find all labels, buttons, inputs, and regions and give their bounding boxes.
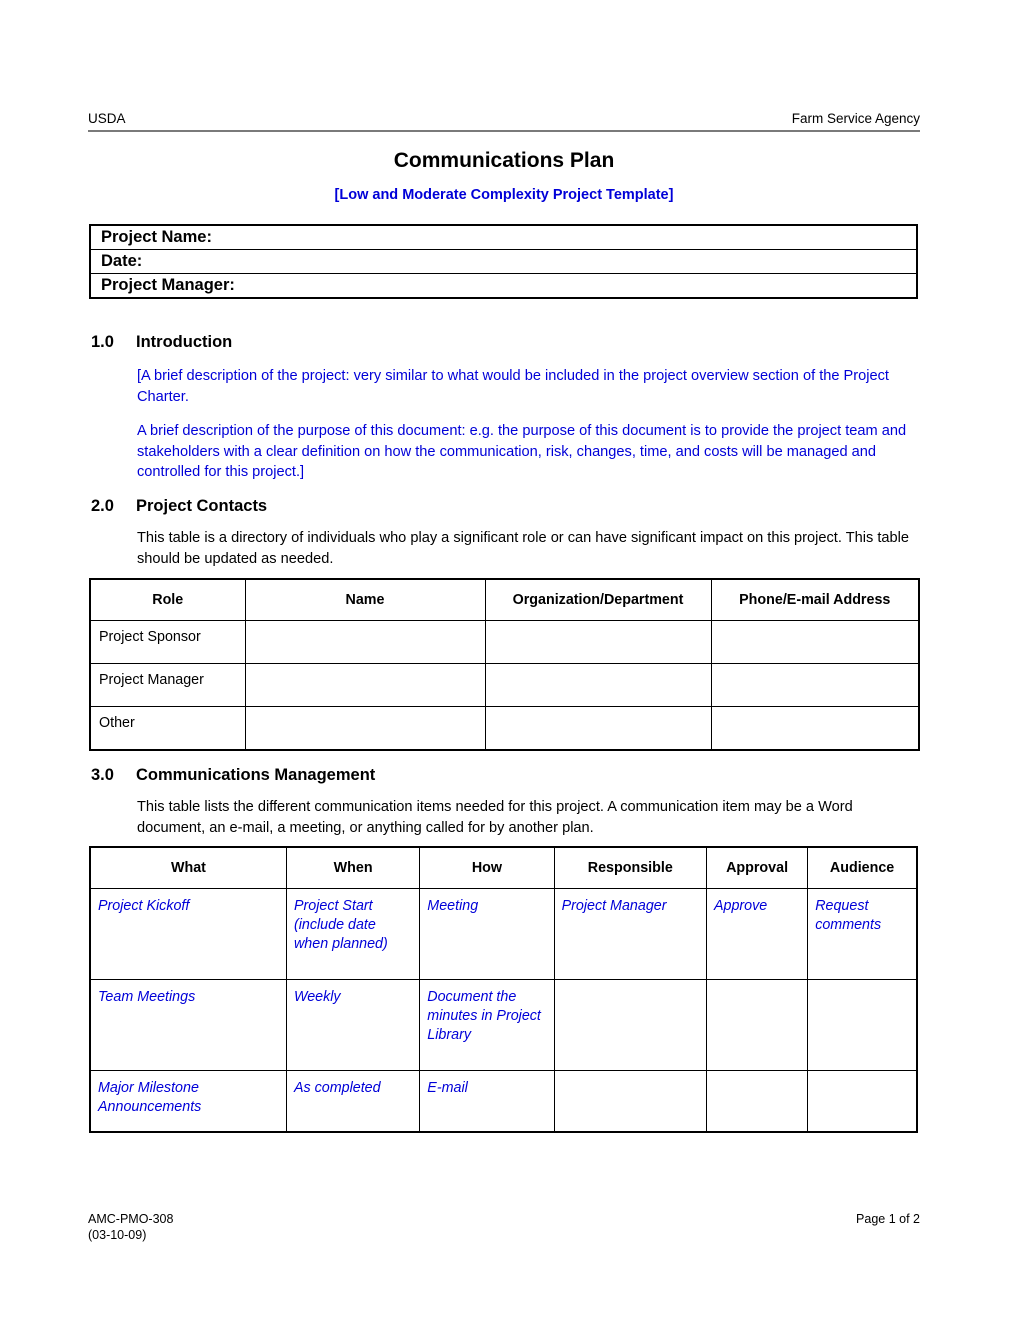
column-header-name: Name bbox=[244, 578, 486, 621]
column-header-audience: Audience bbox=[807, 846, 918, 889]
table-row: Project Manager: bbox=[89, 273, 918, 299]
document-page: USDA Farm Service Agency Communications … bbox=[0, 0, 1020, 1320]
project-info-table: Project Name: Date: Project Manager: bbox=[89, 224, 918, 299]
cell-organization[interactable] bbox=[484, 620, 712, 664]
column-header-phone-email: Phone/E-mail Address bbox=[710, 578, 920, 621]
cell-what[interactable]: Project Kickoff bbox=[89, 888, 287, 980]
table-row: Project Manager bbox=[89, 663, 920, 707]
table-row: Project Name: bbox=[89, 224, 918, 250]
section-title-communications-management: Communications Management bbox=[136, 766, 376, 784]
table-header-row: What When How Responsible Approval Audie… bbox=[89, 846, 918, 889]
section-number-introduction: 1.0 bbox=[91, 333, 114, 351]
cell-when[interactable]: Weekly bbox=[285, 979, 421, 1071]
cell-responsible[interactable] bbox=[553, 979, 707, 1071]
footer-form-date: (03-10-09) bbox=[88, 1228, 147, 1242]
document-footer: AMC-PMO-308 (03-10-09) Page 1 of 2 bbox=[88, 1211, 920, 1245]
cell-what[interactable]: Major Milestone Announcements bbox=[89, 1070, 287, 1133]
date-label: Date: bbox=[89, 249, 918, 274]
column-header-organization: Organization/Department bbox=[484, 578, 712, 621]
cell-name[interactable] bbox=[244, 663, 486, 707]
cell-role: Other bbox=[89, 706, 246, 751]
section-number-project-contacts: 2.0 bbox=[91, 497, 114, 515]
section-number-communications-management: 3.0 bbox=[91, 766, 114, 784]
cell-what[interactable]: Team Meetings bbox=[89, 979, 287, 1071]
cell-approval[interactable]: Approve bbox=[705, 888, 809, 980]
cell-phone-email[interactable] bbox=[710, 706, 920, 751]
page-subtitle: [Low and Moderate Complexity Project Tem… bbox=[334, 187, 674, 203]
cell-audience[interactable]: Request comments bbox=[807, 888, 918, 980]
cell-audience[interactable] bbox=[807, 979, 918, 1071]
cell-responsible[interactable] bbox=[553, 1070, 707, 1133]
cell-how[interactable]: Meeting bbox=[419, 888, 555, 980]
communications-management-table: What When How Responsible Approval Audie… bbox=[89, 846, 918, 1133]
introduction-body: [A brief description of the project: ver… bbox=[137, 366, 919, 483]
cell-audience[interactable] bbox=[807, 1070, 918, 1133]
column-header-what: What bbox=[89, 846, 287, 889]
table-row: Date: bbox=[89, 249, 918, 274]
column-header-how: How bbox=[419, 846, 555, 889]
cell-organization[interactable] bbox=[484, 663, 712, 707]
cell-when[interactable]: As completed bbox=[285, 1070, 421, 1133]
cell-approval[interactable] bbox=[705, 979, 809, 1071]
table-row: Team Meetings Weekly Document the minute… bbox=[89, 979, 918, 1071]
cell-how[interactable]: Document the minutes in Project Library bbox=[419, 979, 555, 1071]
cell-when[interactable]: Project Start (include date when planned… bbox=[285, 888, 421, 980]
cell-role: Project Manager bbox=[89, 663, 246, 707]
cell-name[interactable] bbox=[244, 620, 486, 664]
column-header-responsible: Responsible bbox=[553, 846, 707, 889]
project-contacts-table: Role Name Organization/Department Phone/… bbox=[89, 578, 920, 751]
table-row: Project Kickoff Project Start (include d… bbox=[89, 888, 918, 980]
column-header-approval: Approval bbox=[705, 846, 809, 889]
section-heading-project-contacts: 2.0 Project Contacts bbox=[91, 496, 267, 517]
project-name-label: Project Name: bbox=[89, 224, 918, 250]
document-header: USDA Farm Service Agency bbox=[88, 110, 920, 132]
section-title-introduction: Introduction bbox=[136, 333, 233, 351]
introduction-paragraph-2: A brief description of the purpose of th… bbox=[137, 423, 907, 480]
table-row: Project Sponsor bbox=[89, 620, 920, 664]
section-heading-communications-management: 3.0 Communications Management bbox=[91, 765, 375, 786]
communications-management-body: This table lists the different communica… bbox=[137, 797, 919, 838]
project-contacts-paragraph-1: This table is a directory of individuals… bbox=[137, 530, 909, 567]
introduction-paragraph-1: [A brief description of the project: ver… bbox=[137, 368, 889, 405]
footer-form-info: AMC-PMO-308 (03-10-09) bbox=[88, 1211, 173, 1243]
table-row: Major Milestone Announcements As complet… bbox=[89, 1070, 918, 1133]
cell-how[interactable]: E-mail bbox=[419, 1070, 555, 1133]
page-title: Communications Plan bbox=[393, 149, 615, 172]
column-header-role: Role bbox=[89, 578, 246, 621]
cell-phone-email[interactable] bbox=[710, 620, 920, 664]
section-heading-introduction: 1.0 Introduction bbox=[91, 332, 232, 353]
table-row: Other bbox=[89, 706, 920, 751]
cell-approval[interactable] bbox=[705, 1070, 809, 1133]
project-contacts-body: This table is a directory of individuals… bbox=[137, 528, 919, 569]
cell-role: Project Sponsor bbox=[89, 620, 246, 664]
project-manager-label: Project Manager: bbox=[89, 273, 918, 299]
communications-management-paragraph-1: This table lists the different communica… bbox=[137, 799, 853, 836]
footer-form-number: AMC-PMO-308 bbox=[88, 1212, 174, 1226]
cell-organization[interactable] bbox=[484, 706, 712, 751]
cell-name[interactable] bbox=[244, 706, 486, 751]
cell-phone-email[interactable] bbox=[710, 663, 920, 707]
section-title-project-contacts: Project Contacts bbox=[136, 497, 268, 515]
header-agency-usda: USDA bbox=[88, 111, 126, 126]
cell-responsible[interactable]: Project Manager bbox=[553, 888, 707, 980]
table-header-row: Role Name Organization/Department Phone/… bbox=[89, 578, 920, 621]
column-header-when: When bbox=[285, 846, 421, 889]
header-agency-fsa: Farm Service Agency bbox=[791, 111, 920, 126]
footer-page-number: Page 1 of 2 bbox=[856, 1212, 920, 1226]
